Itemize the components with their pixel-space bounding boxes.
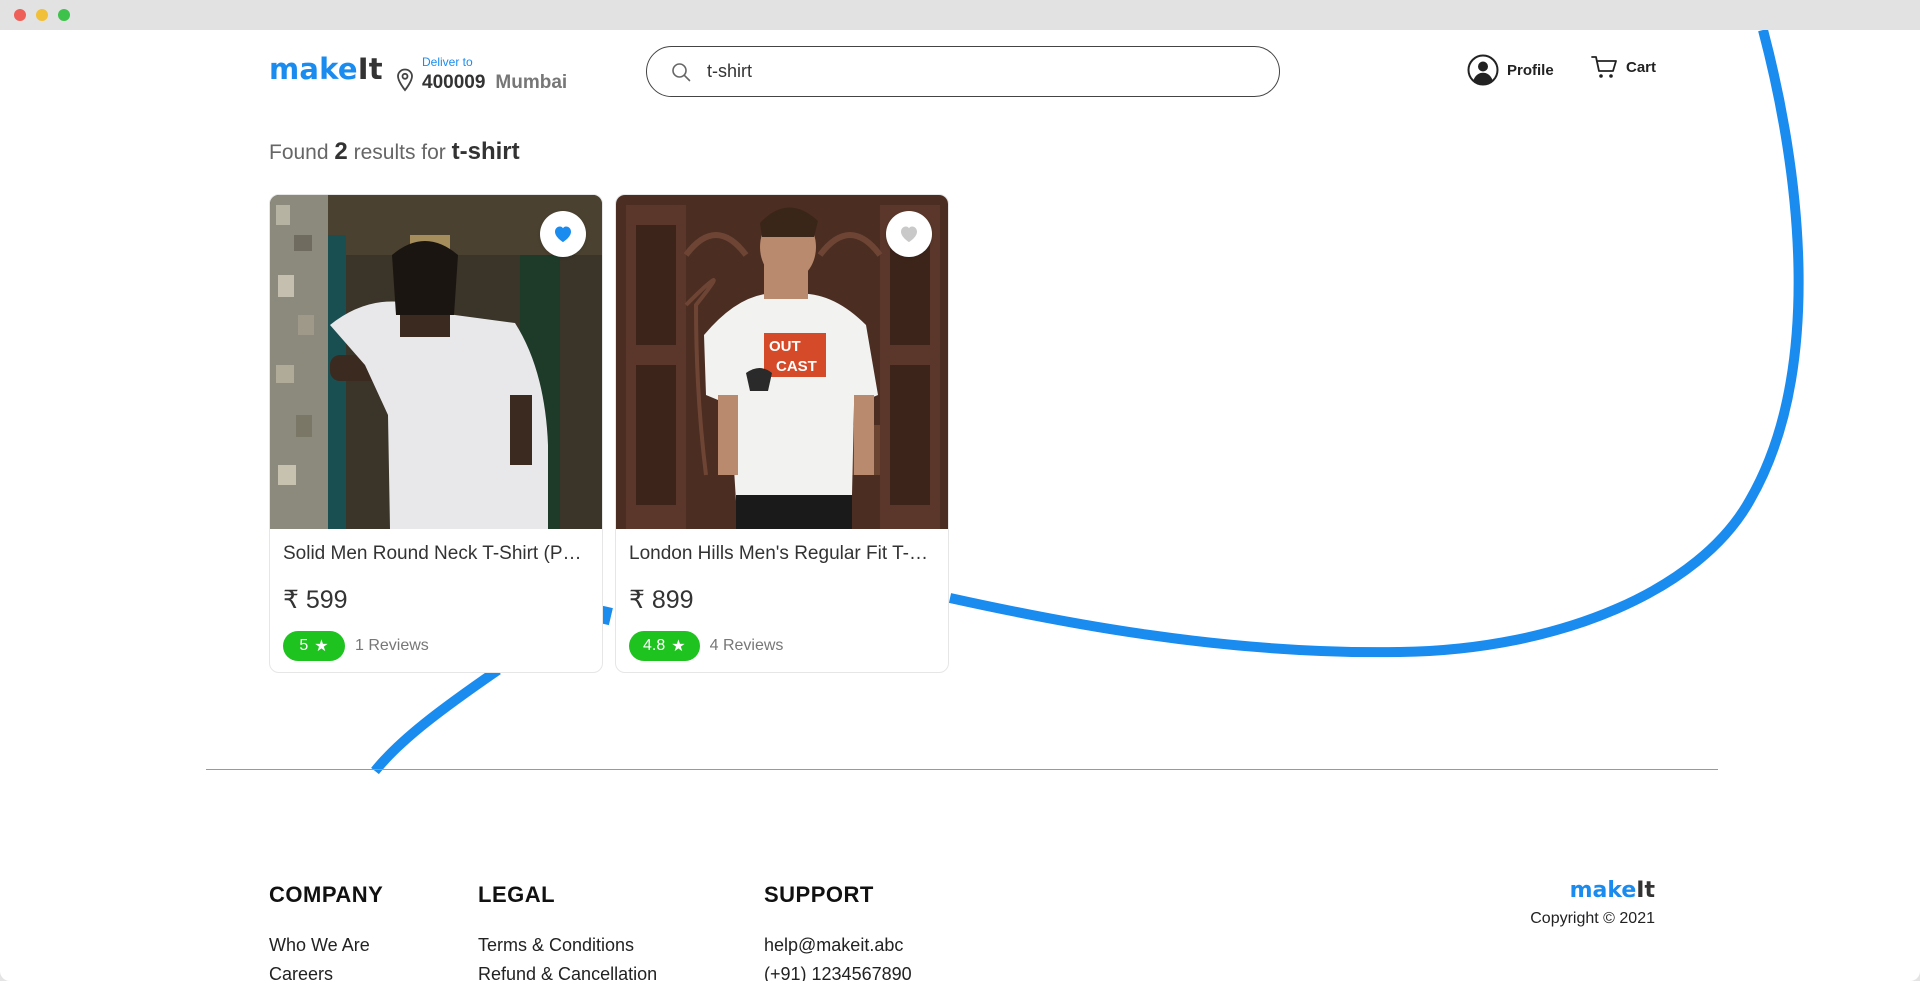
window-minimize-button[interactable] bbox=[36, 9, 48, 21]
shirt-print-line2: CAST bbox=[776, 358, 817, 375]
delivery-pincode: 400009 bbox=[422, 72, 486, 93]
deliver-label: Deliver to bbox=[422, 55, 473, 69]
footer-link-email[interactable]: help@makeit.abc bbox=[764, 931, 912, 960]
footer-company-title: COMPANY bbox=[269, 882, 384, 907]
search-input[interactable] bbox=[707, 61, 1247, 82]
wishlist-button[interactable] bbox=[886, 211, 932, 257]
profile-link[interactable]: Profile bbox=[1467, 54, 1554, 86]
window-close-button[interactable] bbox=[14, 9, 26, 21]
footer-support-title: SUPPORT bbox=[764, 882, 874, 907]
brand-logo[interactable]: makeIt bbox=[269, 52, 383, 86]
location-pin-icon bbox=[397, 68, 413, 92]
wishlist-button[interactable] bbox=[540, 211, 586, 257]
product-price: ₹ 899 bbox=[629, 586, 694, 614]
rating-badge: 4.8 ★ bbox=[629, 631, 700, 661]
results-middle: results for bbox=[353, 141, 446, 164]
product-name[interactable]: London Hills Men's Regular Fit T-Shirt bbox=[629, 543, 934, 569]
top-header: makeIt Deliver to 400009 Mumbai t-shirt … bbox=[0, 30, 1920, 110]
review-count[interactable]: 4 Reviews bbox=[710, 637, 784, 655]
product-card[interactable]: Solid Men Round Neck T-Shirt (Pack of 1)… bbox=[269, 194, 603, 673]
footer-link-careers[interactable]: Careers bbox=[269, 960, 383, 981]
results-summary: Found 2 results for t-shirt bbox=[269, 138, 520, 166]
star-icon: ★ bbox=[671, 638, 686, 655]
product-name[interactable]: Solid Men Round Neck T-Shirt (Pack of 1) bbox=[283, 543, 588, 569]
footer-brand: makeIt Copyright © 2021 bbox=[1530, 878, 1655, 928]
shirt-print-line1: OUT bbox=[769, 338, 801, 355]
footer-logo-part2: It bbox=[1636, 878, 1655, 903]
rating-badge: 5 ★ bbox=[283, 631, 345, 661]
product-card[interactable]: OUT CAST London Hills Men's Regular Fit … bbox=[615, 194, 949, 673]
search-bar[interactable] bbox=[646, 46, 1280, 97]
product-image[interactable]: OUT CAST bbox=[616, 195, 948, 529]
results-prefix: Found bbox=[269, 141, 329, 164]
window-zoom-button[interactable] bbox=[58, 9, 70, 21]
delivery-location[interactable]: Deliver to 400009 Mumbai bbox=[396, 50, 567, 94]
logo-text-part1: make bbox=[269, 52, 358, 86]
delivery-city: Mumbai bbox=[495, 72, 568, 93]
rating-value: 5 bbox=[299, 637, 309, 654]
footer-logo-part1: make bbox=[1569, 878, 1637, 903]
footer-link-who-we-are[interactable]: Who We Are bbox=[269, 931, 383, 960]
footer-logo[interactable]: makeIt bbox=[1530, 878, 1655, 903]
footer-support-column: SUPPORT help@makeit.abc (+91) 1234567890 bbox=[764, 882, 912, 981]
heart-icon bbox=[901, 226, 917, 242]
search-icon[interactable] bbox=[671, 62, 691, 82]
heart-icon bbox=[555, 226, 571, 242]
footer-link-refund[interactable]: Refund & Cancellation bbox=[478, 960, 657, 981]
results-query: t-shirt bbox=[451, 138, 520, 165]
copyright-text: Copyright © 2021 bbox=[1530, 910, 1655, 927]
review-count[interactable]: 1 Reviews bbox=[355, 637, 429, 655]
logo-text-part2: It bbox=[357, 52, 383, 86]
product-price: ₹ 599 bbox=[283, 586, 348, 614]
star-icon: ★ bbox=[314, 638, 329, 655]
footer-legal-column: LEGAL Terms & Conditions Refund & Cancel… bbox=[478, 882, 657, 981]
results-count: 2 bbox=[334, 138, 348, 165]
cart-label: Cart bbox=[1626, 58, 1657, 76]
browser-titlebar bbox=[0, 0, 1920, 30]
product-image[interactable] bbox=[270, 195, 602, 529]
footer-company-column: COMPANY Who We Are Careers bbox=[269, 882, 383, 981]
footer-link-phone[interactable]: (+91) 1234567890 bbox=[764, 960, 912, 981]
footer-link-terms[interactable]: Terms & Conditions bbox=[478, 931, 657, 960]
cart-icon bbox=[1591, 56, 1617, 78]
rating-value: 4.8 bbox=[643, 637, 666, 654]
page-footer: COMPANY Who We Are Careers LEGAL Terms &… bbox=[0, 770, 1920, 981]
profile-label: Profile bbox=[1507, 61, 1554, 79]
cart-link[interactable]: Cart bbox=[1590, 54, 1656, 80]
footer-legal-title: LEGAL bbox=[478, 882, 556, 907]
page-viewport: makeIt Deliver to 400009 Mumbai t-shirt … bbox=[0, 30, 1920, 981]
user-circle-icon bbox=[1467, 54, 1499, 86]
